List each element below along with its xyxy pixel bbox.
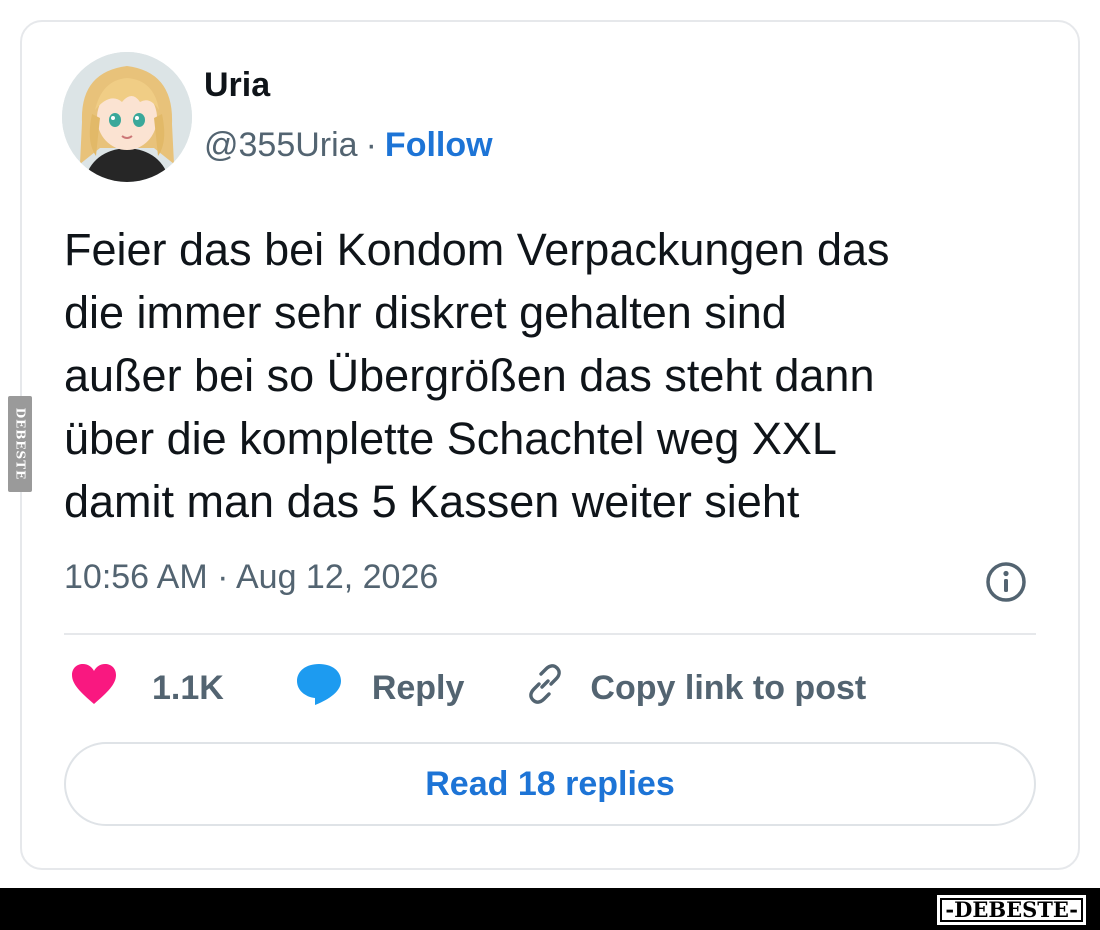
like-button[interactable]: 1.1K [70, 662, 294, 715]
tweet-text-line: außer bei so Übergrößen das steht dann [64, 350, 875, 401]
timestamp[interactable]: 10:56 AM · Aug 12, 2026 [64, 558, 438, 597]
tweet-text-line: damit man das 5 Kassen weiter sieht [64, 476, 800, 527]
speech-bubble-icon [294, 661, 344, 716]
tweet-text-line: über die komplette Schachtel weg XXL [64, 413, 837, 464]
avatar[interactable] [62, 52, 192, 182]
like-count: 1.1K [152, 668, 224, 707]
copy-link-button[interactable]: Copy link to post [524, 663, 866, 714]
link-icon [524, 663, 566, 714]
reply-button[interactable]: Reply [294, 661, 525, 716]
side-watermark-text: DEBESTE [13, 407, 27, 481]
handle-row: @355Uria · Follow [204, 126, 493, 165]
footer-bar: -DEBESTE- [0, 888, 1100, 930]
separator: · [365, 126, 377, 164]
tweet-text-line: Feier das bei Kondom Verpackungen das [64, 224, 890, 275]
info-icon[interactable] [984, 560, 1028, 604]
read-replies-button[interactable]: Read 18 replies [64, 742, 1036, 826]
display-name[interactable]: Uria [204, 66, 270, 105]
follow-link[interactable]: Follow [385, 126, 493, 164]
heart-icon [70, 662, 118, 715]
action-bar: 1.1K Reply Copy link to post [70, 660, 866, 716]
copy-link-label: Copy link to post [590, 668, 867, 707]
reply-label: Reply [371, 668, 465, 707]
tweet-text: Feier das bei Kondom Verpackungen das di… [64, 218, 1054, 533]
tweet-text-line: die immer sehr diskret gehalten sind [64, 287, 787, 338]
user-handle[interactable]: @355Uria [204, 126, 358, 164]
brand-logo: -DEBESTE- [937, 895, 1086, 925]
side-watermark: DEBESTE [8, 396, 32, 492]
divider [64, 633, 1036, 635]
